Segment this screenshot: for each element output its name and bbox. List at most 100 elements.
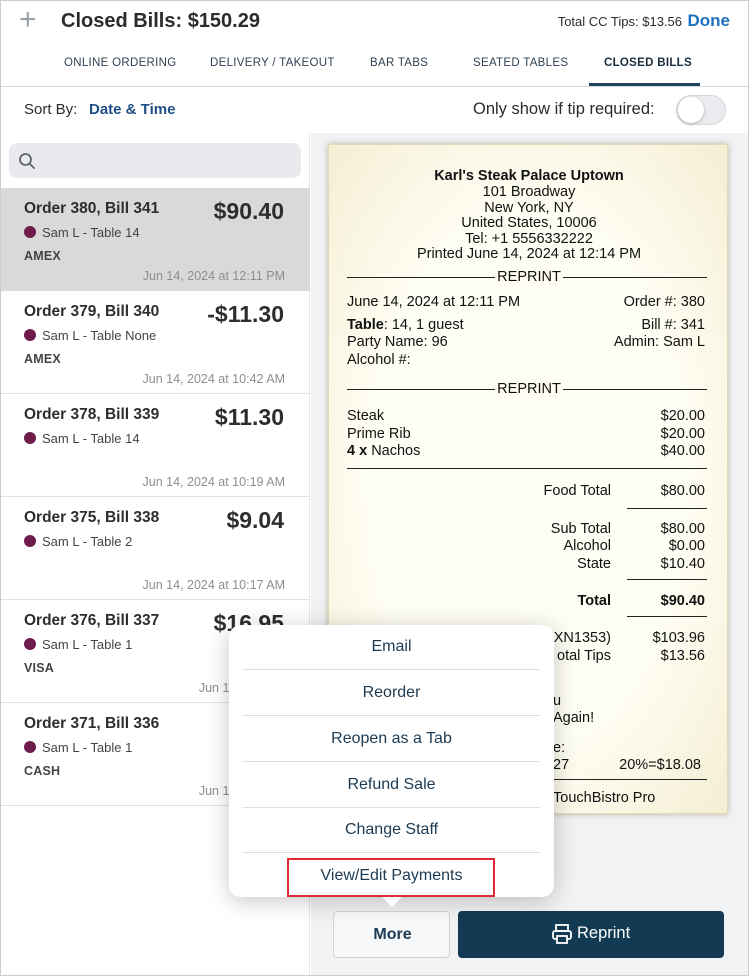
menu-item-label: Refund Sale bbox=[347, 776, 436, 793]
bill-row[interactable]: Order 379, Bill 340 -$11.30 Sam L - Tabl… bbox=[1, 291, 310, 394]
bill-datetime: Jun 14, 2024 at 10:42 AM bbox=[142, 372, 285, 386]
bill-server: Sam L - Table 1 bbox=[42, 637, 133, 652]
server-dot-icon bbox=[24, 329, 36, 341]
tip-required-label: Only show if tip required: bbox=[473, 100, 655, 118]
menu-item-label: Reopen as a Tab bbox=[331, 730, 452, 747]
menu-item-refund-sale[interactable]: Refund Sale bbox=[243, 763, 540, 808]
tips-label: Total CC Tips: bbox=[557, 14, 639, 29]
tab-delivery-takeout[interactable]: DELIVERY / TAKEOUT bbox=[210, 57, 335, 69]
food-total-value: $80.00 bbox=[660, 483, 705, 499]
card-amount: $103.96 bbox=[652, 630, 705, 646]
more-button[interactable]: More bbox=[333, 911, 450, 958]
closed-bills-screen: + Closed Bills: $150.29 Total CC Tips: $… bbox=[0, 0, 749, 976]
receipt-item-price: $20.00 bbox=[660, 408, 705, 424]
menu-item-email[interactable]: Email bbox=[243, 625, 540, 670]
server-dot-icon bbox=[24, 226, 36, 238]
sort-row: Sort By: Date & Time Only show if tip re… bbox=[1, 87, 748, 133]
receipt-item-name: Steak bbox=[347, 408, 385, 424]
subtotal-value: $80.00 bbox=[660, 521, 705, 537]
tab-online-ordering[interactable]: ONLINE ORDERING bbox=[64, 57, 177, 69]
tip-required-toggle[interactable] bbox=[676, 95, 726, 125]
reprint-button[interactable]: Reprint bbox=[458, 911, 724, 958]
server-dot-icon bbox=[24, 535, 36, 547]
bill-order: Order 376, Bill 337 bbox=[24, 612, 160, 629]
page-title: Closed Bills: $150.29 bbox=[61, 10, 260, 32]
table-value: : 14, 1 guest bbox=[383, 317, 464, 333]
server-dot-icon bbox=[24, 432, 36, 444]
more-label: More bbox=[373, 926, 412, 943]
receipt-party: Party Name: 96 bbox=[347, 334, 448, 350]
menu-item-label: Reorder bbox=[362, 684, 421, 701]
tips-label: otal Tips bbox=[557, 648, 611, 664]
bill-order: Order 378, Bill 339 bbox=[24, 406, 160, 423]
reprint-label: Reprint bbox=[577, 924, 631, 942]
menu-item-label: Email bbox=[371, 638, 412, 655]
card-label: XN1353) bbox=[553, 630, 611, 646]
server-dot-icon bbox=[24, 741, 36, 753]
receipt-date: June 14, 2024 at 12:11 PM bbox=[347, 294, 521, 310]
bill-row[interactable]: Order 380, Bill 341 $90.40 Sam L - Table… bbox=[1, 188, 310, 291]
bill-payment: CASH bbox=[24, 764, 61, 778]
search-input[interactable] bbox=[9, 143, 301, 178]
bill-datetime: Jun 14, 2024 at 10:17 AM bbox=[142, 578, 285, 592]
reprint-text: REPRINT bbox=[495, 381, 563, 397]
receipt-divider bbox=[347, 468, 707, 469]
bill-datetime: Jun 14, 2024 at 12:11 PM bbox=[142, 269, 285, 283]
bill-amount: $9.04 bbox=[226, 507, 284, 533]
total-label: Total bbox=[577, 593, 611, 609]
receipt-sum-line bbox=[627, 579, 707, 580]
bill-amount: $11.30 bbox=[214, 404, 284, 430]
receipt-table: Table: 14, 1 guest bbox=[347, 317, 464, 333]
receipt-item-price: $20.00 bbox=[660, 426, 705, 442]
tab-seated-tables[interactable]: SEATED TABLES bbox=[473, 57, 568, 69]
bill-server: Sam L - Table 14 bbox=[42, 225, 140, 240]
tab-bar-tabs[interactable]: BAR TABS bbox=[370, 57, 428, 69]
total-value: $90.40 bbox=[660, 593, 705, 609]
bill-server: Sam L - Table 2 bbox=[42, 534, 133, 549]
active-tab-indicator bbox=[589, 83, 700, 86]
bill-amount: -$11.30 bbox=[207, 301, 284, 327]
bill-datetime: Jun 14, 2024 at 10:19 AM bbox=[142, 475, 285, 489]
receipt-reprint-banner: REPRINT bbox=[329, 269, 729, 285]
receipt-reprint-banner: REPRINT bbox=[329, 381, 729, 397]
receipt-printed: Printed June 14, 2024 at 12:14 PM bbox=[416, 246, 642, 262]
alcohol-label: Alcohol bbox=[563, 538, 611, 554]
bill-row[interactable]: Order 375, Bill 338 $9.04 Sam L - Table … bbox=[1, 497, 310, 600]
receipt-bill-number: Bill #: 341 bbox=[641, 317, 705, 333]
done-button[interactable]: Done bbox=[688, 11, 731, 31]
bill-order: Order 379, Bill 340 bbox=[24, 303, 160, 320]
bill-payment: AMEX bbox=[24, 249, 61, 263]
state-label: State bbox=[577, 556, 611, 572]
state-value: $10.40 bbox=[660, 556, 705, 572]
receipt-alcohol-number: Alcohol #: bbox=[347, 352, 411, 368]
receipt-item: 4 x Nachos bbox=[347, 443, 420, 459]
bill-order: Order 371, Bill 336 bbox=[24, 715, 160, 732]
tip-suggestion: 20%=$18.08 bbox=[619, 757, 701, 773]
bill-row[interactable]: Order 378, Bill 339 $11.30 Sam L - Table… bbox=[1, 394, 310, 497]
receipt-item-name: Nachos bbox=[371, 443, 421, 459]
more-actions-menu: Email Reorder Reopen as a Tab Refund Sal… bbox=[229, 625, 554, 907]
sort-label: Sort By: bbox=[24, 101, 78, 118]
menu-item-reorder[interactable]: Reorder bbox=[243, 671, 540, 716]
add-icon[interactable]: + bbox=[19, 5, 37, 35]
tip-guide-label: e: bbox=[553, 740, 566, 756]
highlight-box bbox=[287, 858, 495, 897]
tips-amount: $13.56 bbox=[660, 648, 705, 664]
menu-item-change-staff[interactable]: Change Staff bbox=[243, 808, 540, 853]
receipt-sum-line bbox=[627, 508, 707, 509]
tips-value: $13.56 bbox=[642, 14, 682, 29]
receipt-item-price: $40.00 bbox=[660, 443, 705, 459]
receipt-admin: Admin: Sam L bbox=[613, 334, 705, 350]
thanks-text: u bbox=[553, 693, 562, 709]
sort-selector[interactable]: Date & Time bbox=[89, 101, 175, 118]
receipt-item-qty: 4 x bbox=[347, 443, 368, 459]
reprint-text: REPRINT bbox=[495, 269, 563, 285]
toggle-knob bbox=[678, 97, 704, 123]
tab-closed-bills[interactable]: CLOSED BILLS bbox=[604, 57, 692, 69]
receipt-restaurant: Karl's Steak Palace Uptown bbox=[434, 168, 624, 184]
bill-server: Sam L - Table 1 bbox=[42, 740, 133, 755]
tab-bar: ONLINE ORDERING DELIVERY / TAKEOUT BAR T… bbox=[1, 45, 748, 87]
tip-guide-partial: 27 bbox=[553, 757, 570, 773]
search-icon bbox=[19, 153, 35, 169]
menu-item-reopen-tab[interactable]: Reopen as a Tab bbox=[243, 717, 540, 762]
